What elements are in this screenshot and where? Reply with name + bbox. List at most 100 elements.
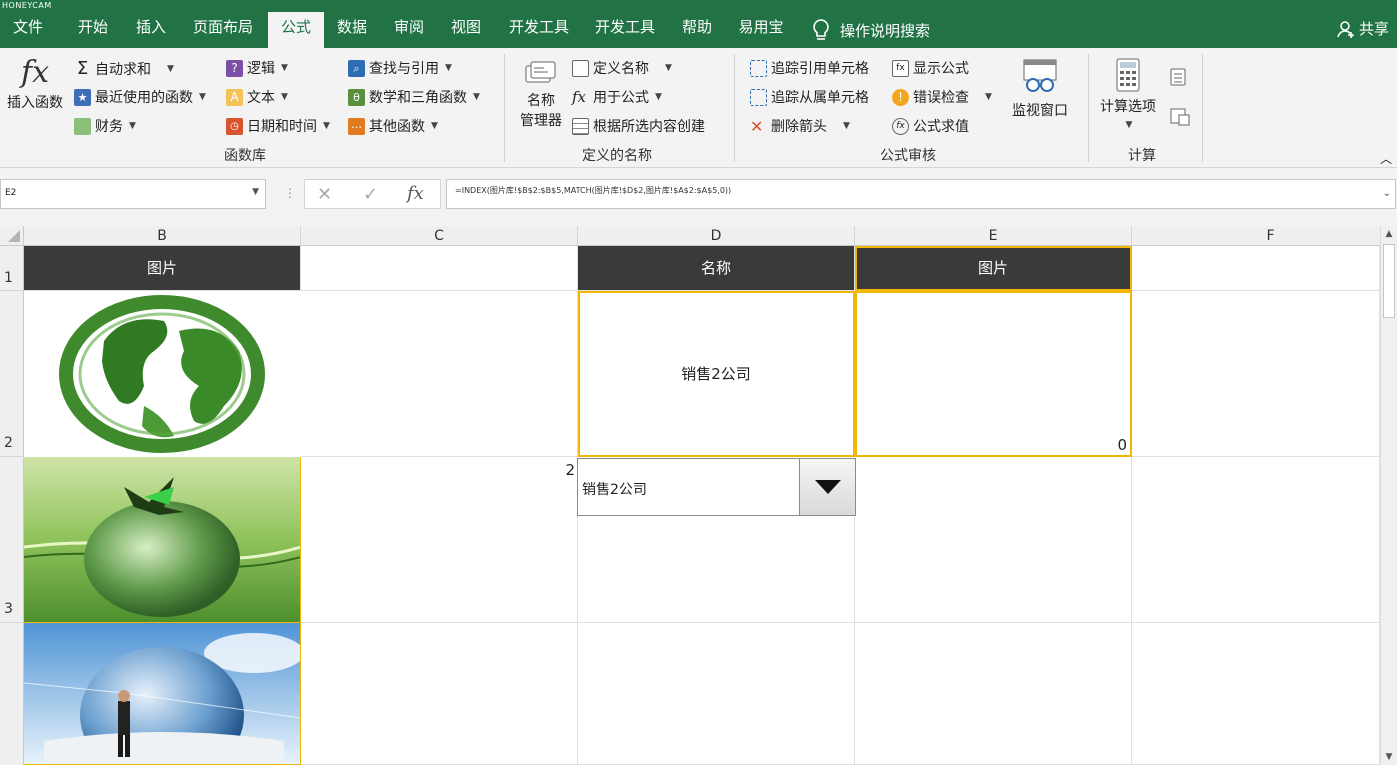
cell-d4[interactable] xyxy=(578,623,855,765)
scroll-down-icon[interactable]: ▼ xyxy=(1381,749,1397,765)
recent-functions-button[interactable]: ★ 最近使用的函数 ▼ xyxy=(74,87,206,107)
calculate-sheet-button[interactable] xyxy=(1170,108,1190,126)
evaluate-formula-button[interactable]: fx 公式求值 xyxy=(892,116,969,136)
cell-d1[interactable]: 名称 xyxy=(578,246,855,291)
trace-dependents-button[interactable]: 追踪从属单元格 xyxy=(750,87,869,107)
error-checking-button[interactable]: ! 错误检查 ▼ xyxy=(892,87,992,107)
math-button[interactable]: θ 数学和三角函数 ▼ xyxy=(348,87,480,107)
calc-options-label: 计算选项 xyxy=(1100,99,1156,115)
watch-window-button[interactable]: 监视窗口 xyxy=(1012,58,1068,120)
recent-functions-label: 最近使用的函数 xyxy=(95,90,193,106)
cell-f4[interactable] xyxy=(1132,623,1380,765)
trace-precedents-button[interactable]: 追踪引用单元格 xyxy=(750,58,869,78)
row-header-3[interactable]: 3 xyxy=(0,457,24,623)
lookup-button[interactable]: ⌕ 查找与引用 ▼ xyxy=(348,58,452,78)
share-label: 共享 xyxy=(1358,20,1389,38)
cell-f1[interactable] xyxy=(1132,246,1380,291)
define-name-button[interactable]: 定义名称 ▼ xyxy=(572,58,672,78)
cell-b4[interactable] xyxy=(24,623,301,765)
warning-icon: ! xyxy=(892,88,909,106)
column-header-d[interactable]: D xyxy=(578,226,855,246)
tab-developer-2[interactable]: 开发工具 xyxy=(586,12,664,48)
chevron-down-icon: ▼ xyxy=(281,92,288,102)
tab-easyuse[interactable]: 易用宝 xyxy=(730,12,792,48)
cell-c1[interactable] xyxy=(301,246,578,291)
column-header-b[interactable]: B xyxy=(24,226,301,246)
remove-arrows-button[interactable]: ✕ 删除箭头 ▼ xyxy=(750,116,850,136)
logical-book-icon: ? xyxy=(226,59,243,77)
lookup-book-icon: ⌕ xyxy=(348,59,365,77)
math-label: 数学和三角函数 xyxy=(369,90,467,106)
trace-dependents-label: 追踪从属单元格 xyxy=(771,90,869,106)
financial-button[interactable]: 财务 ▼ xyxy=(74,116,136,136)
tab-formulas[interactable]: 公式 xyxy=(268,12,324,49)
cell-c2[interactable] xyxy=(301,291,578,457)
tab-page-layout[interactable]: 页面布局 xyxy=(184,12,262,48)
column-header-f[interactable]: F xyxy=(1132,226,1397,246)
name-manager-label-2: 管理器 xyxy=(520,113,562,129)
use-in-formula-label: 用于公式 xyxy=(593,90,649,106)
cell-b2[interactable] xyxy=(24,291,301,457)
vertical-scrollbar[interactable]: ▲ ▼ xyxy=(1380,226,1397,765)
name-manager-label-1: 名称 xyxy=(527,93,555,109)
tell-me-search[interactable]: 操作说明搜索 xyxy=(812,12,952,48)
glasses-icon xyxy=(1023,59,1057,92)
formula-input[interactable]: =INDEX(图片库!$B$2:$B$5,MATCH(图片库!$D$2,图片库!… xyxy=(446,179,1396,209)
cell-e3[interactable] xyxy=(855,457,1132,623)
cell-e2[interactable]: 0 xyxy=(855,291,1132,457)
tab-home[interactable]: 开始 xyxy=(66,12,120,48)
cancel-icon[interactable]: ✕ xyxy=(317,184,332,205)
cell-b1[interactable]: 图片 xyxy=(24,246,301,291)
cell-f2[interactable] xyxy=(1132,291,1380,457)
chevron-down-icon: ▼ xyxy=(431,121,438,131)
cell-c4[interactable] xyxy=(301,623,578,765)
use-in-formula-button[interactable]: fx 用于公式 ▼ xyxy=(572,87,662,107)
tab-file[interactable]: 文件 xyxy=(4,12,52,48)
trace-dependents-icon xyxy=(750,88,767,106)
cell-e4[interactable] xyxy=(855,623,1132,765)
cell-d2[interactable]: 销售2公司 xyxy=(578,291,855,457)
tab-view[interactable]: 视图 xyxy=(440,12,492,48)
create-from-selection-button[interactable]: 根据所选内容创建 xyxy=(572,116,705,136)
name-box[interactable]: E2 ▼ xyxy=(0,179,266,209)
share-button[interactable]: 共享 xyxy=(1337,18,1389,39)
cell-b3[interactable] xyxy=(24,457,301,623)
insert-function-icon[interactable]: fx xyxy=(407,183,424,204)
autosum-button[interactable]: Σ 自动求和 ▼ xyxy=(74,58,174,79)
scroll-thumb[interactable] xyxy=(1383,244,1395,318)
tab-insert[interactable]: 插入 xyxy=(124,12,178,48)
tab-developer[interactable]: 开发工具 xyxy=(500,12,578,48)
cell-e1[interactable]: 图片 xyxy=(855,246,1132,291)
column-header-c[interactable]: C xyxy=(301,226,578,246)
triangle-down-icon xyxy=(815,480,841,494)
tab-help[interactable]: 帮助 xyxy=(672,12,722,48)
enter-check-icon[interactable]: ✓ xyxy=(363,184,378,205)
row-header-1[interactable]: 1 xyxy=(0,246,24,291)
row-header-2[interactable]: 2 xyxy=(0,291,24,457)
tab-data[interactable]: 数据 xyxy=(328,12,376,48)
logical-button[interactable]: ? 逻辑 ▼ xyxy=(226,58,288,78)
other-functions-button[interactable]: … 其他函数 ▼ xyxy=(348,116,438,136)
calc-options-button[interactable]: 计算选项 ▼ xyxy=(1100,58,1156,130)
combo-box-arrow-button[interactable] xyxy=(799,459,855,515)
chevron-down-icon[interactable]: ▼ xyxy=(252,187,259,197)
expand-formula-icon[interactable]: ⌄ xyxy=(1383,188,1391,199)
formula-bar-grip-icon[interactable]: ⋮ xyxy=(284,186,296,200)
group-label-library: 函数库 xyxy=(224,148,266,164)
scroll-up-icon[interactable]: ▲ xyxy=(1381,226,1397,242)
text-button[interactable]: A 文本 ▼ xyxy=(226,87,288,107)
insert-function-button[interactable]: fx 插入函数 xyxy=(4,56,66,112)
cell-f3[interactable] xyxy=(1132,457,1380,623)
row-header-4[interactable] xyxy=(0,623,24,765)
cell-c3[interactable]: 2 xyxy=(301,457,578,623)
select-all-corner[interactable] xyxy=(0,226,24,246)
name-combo-box[interactable]: 销售2公司 xyxy=(577,458,856,516)
name-manager-button[interactable]: 名称 管理器 xyxy=(516,56,566,130)
collapse-ribbon-icon[interactable]: ︿ xyxy=(1380,150,1392,167)
column-header-e[interactable]: E xyxy=(855,226,1132,246)
show-formulas-button[interactable]: fx 显示公式 xyxy=(892,58,969,78)
insert-function-label: 插入函数 xyxy=(7,95,63,111)
datetime-button[interactable]: ◷ 日期和时间 ▼ xyxy=(226,116,330,136)
calculate-now-button[interactable] xyxy=(1170,68,1186,86)
tab-review[interactable]: 审阅 xyxy=(384,12,434,48)
